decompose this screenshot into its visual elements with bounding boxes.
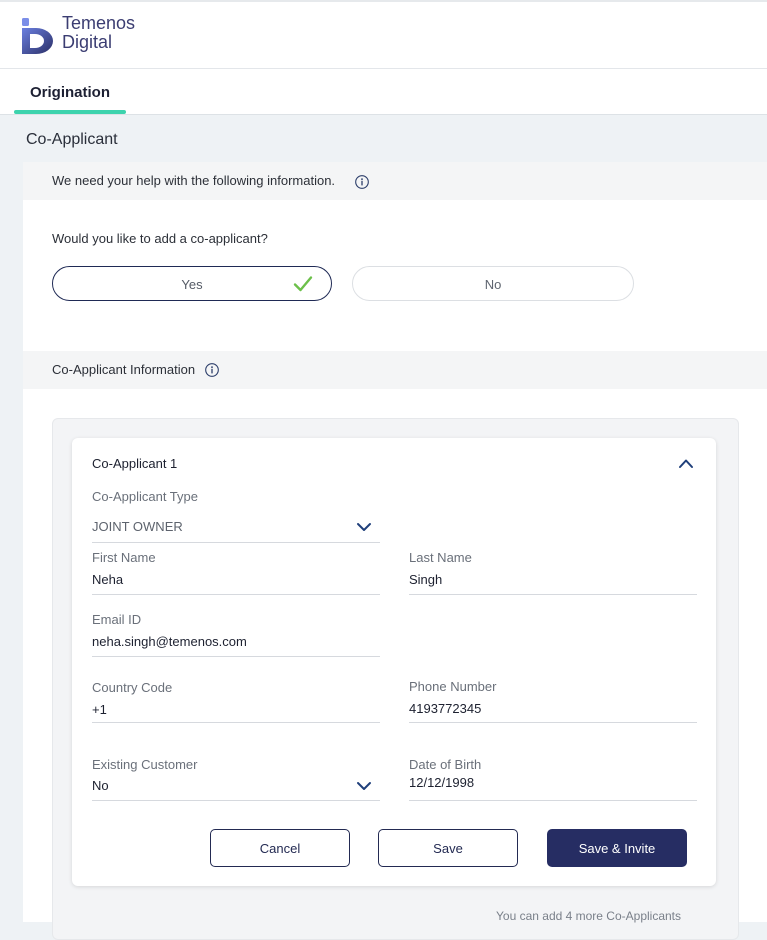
- co-applicant-card: We need your help with the following inf…: [23, 162, 767, 940]
- country-code-field[interactable]: Country Code +1: [92, 680, 380, 723]
- tab-origination[interactable]: Origination: [14, 69, 126, 114]
- date-of-birth-value: 12/12/1998: [409, 775, 475, 790]
- co-applicant-title: Co-Applicant 1: [92, 456, 178, 471]
- country-code-value: +1: [92, 702, 107, 717]
- help-section-bar: We need your help with the following inf…: [23, 162, 767, 200]
- chevron-down-icon[interactable]: [356, 781, 372, 791]
- date-of-birth-label: Date of Birth: [409, 757, 482, 772]
- last-name-label: Last Name: [409, 550, 472, 565]
- yes-option-button[interactable]: Yes: [52, 266, 332, 301]
- last-name-value: Singh: [409, 572, 443, 587]
- save-button[interactable]: Save: [378, 829, 518, 867]
- existing-customer-label: Existing Customer: [92, 757, 198, 772]
- existing-customer-select[interactable]: Existing Customer No: [92, 757, 380, 801]
- last-name-field[interactable]: Last Name Singh: [409, 550, 697, 595]
- co-applicant-type-value: JOINT OWNER: [92, 519, 183, 534]
- info-icon[interactable]: [205, 363, 219, 377]
- active-tab-indicator: [14, 110, 126, 114]
- first-name-label: First Name: [92, 550, 156, 565]
- field-underline: [92, 656, 380, 657]
- tab-bar: Origination: [0, 69, 767, 115]
- existing-customer-value: No: [92, 778, 109, 793]
- email-value: neha.singh@temenos.com: [92, 634, 247, 649]
- add-co-applicant-question: Would you like to add a co-applicant?: [52, 231, 268, 246]
- first-name-value: Neha: [92, 572, 124, 587]
- tab-origination-label: Origination: [30, 84, 110, 101]
- co-applicant-info-bar: Co-Applicant Information: [23, 351, 767, 389]
- first-name-field[interactable]: First Name Neha: [92, 550, 380, 595]
- no-option-button[interactable]: No: [352, 266, 634, 301]
- co-applicant-type-select[interactable]: Co-Applicant Type JOINT OWNER: [92, 489, 380, 543]
- co-applicant-info-text: Co-Applicant Information: [52, 362, 196, 377]
- field-underline: [409, 722, 697, 723]
- phone-number-value: 4193772345: [409, 701, 482, 716]
- remaining-co-applicants-note: You can add 4 more Co-Applicants: [496, 909, 682, 923]
- country-code-label: Country Code: [92, 680, 173, 695]
- co-applicant-type-label: Co-Applicant Type: [92, 489, 198, 504]
- app-header: Temenos Digital: [0, 2, 767, 69]
- co-applicant-form: Co-Applicant 1 Co-Applicant Type JOINT O…: [72, 438, 716, 886]
- page-title: Co-Applicant: [26, 131, 118, 148]
- field-underline: [92, 594, 380, 595]
- field-underline: [92, 542, 380, 543]
- email-label: Email ID: [92, 612, 142, 627]
- phone-number-label: Phone Number: [409, 679, 497, 694]
- check-icon: [293, 276, 313, 292]
- yes-option-label: Yes: [181, 277, 203, 292]
- chevron-up-icon[interactable]: [678, 457, 694, 469]
- field-underline: [92, 800, 380, 801]
- field-underline: [409, 800, 697, 801]
- field-underline: [409, 594, 697, 595]
- help-section-text: We need your help with the following inf…: [52, 173, 336, 188]
- field-underline: [92, 722, 380, 723]
- logo-icon: [22, 18, 53, 54]
- date-of-birth-field[interactable]: Date of Birth 12/12/1998: [409, 757, 697, 801]
- chevron-down-icon[interactable]: [356, 522, 372, 532]
- email-field[interactable]: Email ID neha.singh@temenos.com: [92, 612, 380, 657]
- info-icon[interactable]: [355, 175, 369, 189]
- brand-name: Temenos Digital: [62, 14, 135, 52]
- no-option-label: No: [484, 277, 502, 292]
- phone-number-field[interactable]: Phone Number 4193772345: [409, 679, 697, 723]
- save-and-invite-button[interactable]: Save & Invite: [547, 829, 687, 867]
- brand-line-1: Temenos: [62, 13, 136, 33]
- cancel-button[interactable]: Cancel: [210, 829, 350, 867]
- brand-line-2: Digital: [62, 32, 113, 52]
- co-applicants-container: Co-Applicant 1 Co-Applicant Type JOINT O…: [52, 418, 739, 940]
